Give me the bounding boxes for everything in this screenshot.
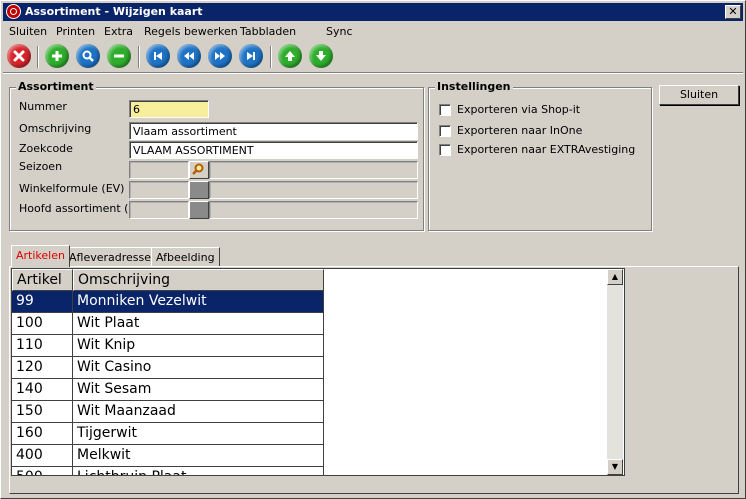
seizoen-description-field [209,161,418,179]
cell-omschrijving: Wit Plaat [73,313,324,335]
seizoen-code-field[interactable] [129,161,189,179]
window-title: Assortiment - Wijzigen kaart [25,5,203,18]
cell-artikel: 120 [12,357,73,379]
menu-regels-bewerken[interactable]: Regels bewerken [144,25,238,38]
magnifier-icon [82,50,94,62]
arrow-down-icon [316,51,326,61]
scroll-up-arrow-icon[interactable]: ▲ [607,269,623,285]
remove-button[interactable] [107,44,131,68]
hoofd-assortiment-description-field [209,201,418,219]
move-up-button[interactable] [278,44,302,68]
cell-artikel: 99 [12,291,73,313]
table-row[interactable]: 100 Wit Plaat [12,313,324,335]
nummer-label: Nummer [19,100,67,113]
cell-artikel: 500 [12,467,73,475]
export-inone-label: Exporteren naar InOne [457,124,583,137]
cell-artikel: 150 [12,401,73,423]
hoofd-assortiment-code-field[interactable] [129,201,189,219]
winkelformule-label: Winkelformule (EV) [19,182,125,195]
menu-sync[interactable]: Sync [326,25,353,38]
table-row[interactable]: 99 Monniken Vezelwit [12,291,324,313]
magnifier-icon [192,163,204,175]
rewind-icon [184,52,194,60]
tab-afbeelding[interactable]: Afbeelding [151,247,220,267]
first-record-button[interactable] [146,44,170,68]
artikelen-grid: Artikel Omschrijving 99 Monniken Vezelwit… [11,268,625,476]
sluiten-button[interactable]: Sluiten [659,85,739,105]
cell-omschrijving: Wit Sesam [73,379,324,401]
assortiment-legend: Assortiment [16,80,96,93]
table-row[interactable]: 140 Wit Sesam [12,379,324,401]
cell-artikel: 400 [12,445,73,467]
column-header-omschrijving[interactable]: Omschrijving [73,269,324,291]
cell-omschrijving: Monniken Vezelwit [73,291,324,313]
next-record-button[interactable] [208,44,232,68]
hoofd-assortiment-label: Hoofd assortiment (EV) [19,202,148,215]
scroll-down-arrow-icon[interactable]: ▼ [607,459,623,475]
export-extravestiging-checkbox[interactable] [439,144,451,156]
app-logo-icon [6,4,21,19]
table-row[interactable]: 160 Tijgerwit [12,423,324,445]
table-row[interactable]: 500Lichtbruin Plaat [12,467,324,475]
arrow-up-icon [285,51,295,61]
tab-artikelen[interactable]: Artikelen [11,245,70,267]
first-record-icon [154,52,162,60]
cell-omschrijving: Wit Casino [73,357,324,379]
export-shopit-checkbox[interactable] [439,104,451,116]
table-row[interactable]: 400 Melkwit [12,445,324,467]
column-header-artikel[interactable]: Artikel [12,269,73,291]
previous-record-button[interactable] [177,44,201,68]
table-row[interactable]: 110 Wit Knip [12,335,324,357]
table-row[interactable]: 120 Wit Casino [12,357,324,379]
seizoen-lookup-button[interactable] [189,161,209,179]
export-extravestiging-label: Exporteren naar EXTRAvestiging [457,143,636,156]
zoekcode-field[interactable]: VLAAM ASSORTIMENT [129,141,418,159]
menu-tabbladen[interactable]: Tabbladen [240,25,296,38]
export-inone-checkbox[interactable] [439,125,451,137]
instellingen-legend: Instellingen [435,80,513,93]
close-record-button[interactable] [7,44,31,68]
fast-forward-icon [215,52,225,60]
cell-omschrijving: Lichtbruin Plaat [73,467,324,475]
add-button[interactable] [45,44,69,68]
menu-sluiten[interactable]: Sluiten [9,25,47,38]
seizoen-label: Seizoen [19,160,63,173]
menu-printen[interactable]: Printen [56,25,95,38]
last-record-icon [247,52,255,60]
tab-afleveradressen[interactable]: Afleveradressen [64,247,163,267]
omschrijving-field[interactable]: Vlaam assortiment [129,122,418,140]
cell-artikel: 100 [12,313,73,335]
cell-omschrijving: Wit Knip [73,335,324,357]
toolbar-divider [3,72,743,74]
cell-artikel: 140 [12,379,73,401]
grid-vertical-scrollbar[interactable]: ▲ ▼ [607,269,623,475]
nummer-field[interactable]: 6 [129,100,209,118]
window-close-button[interactable]: ✕ [725,5,741,19]
winkelformule-description-field [209,181,418,199]
grid-header: Artikel Omschrijving [12,269,324,291]
cell-artikel: 110 [12,335,73,357]
move-down-button[interactable] [309,44,333,68]
winkelformule-code-field[interactable] [129,181,189,199]
title-bar: Assortiment - Wijzigen kaart ✕ [3,3,743,21]
hoofd-assortiment-lookup-button[interactable] [189,201,209,219]
cell-artikel: 160 [12,423,73,445]
winkelformule-lookup-button[interactable] [189,181,209,199]
search-button[interactable] [76,44,100,68]
table-row[interactable]: 150 Wit Maanzaad [12,401,324,423]
last-record-button[interactable] [239,44,263,68]
plus-icon [52,51,62,61]
cell-omschrijving: Tijgerwit [73,423,324,445]
window: Assortiment - Wijzigen kaart ✕ Sluiten P… [0,0,746,499]
x-icon [13,50,25,62]
menu-extra[interactable]: Extra [104,25,133,38]
minus-icon [114,54,124,58]
cell-omschrijving: Wit Maanzaad [73,401,324,423]
zoekcode-label: Zoekcode [19,142,73,155]
omschrijving-label: Omschrijving [19,122,92,135]
export-shopit-label: Exporteren via Shop-it [457,103,581,116]
cell-omschrijving: Melkwit [73,445,324,467]
